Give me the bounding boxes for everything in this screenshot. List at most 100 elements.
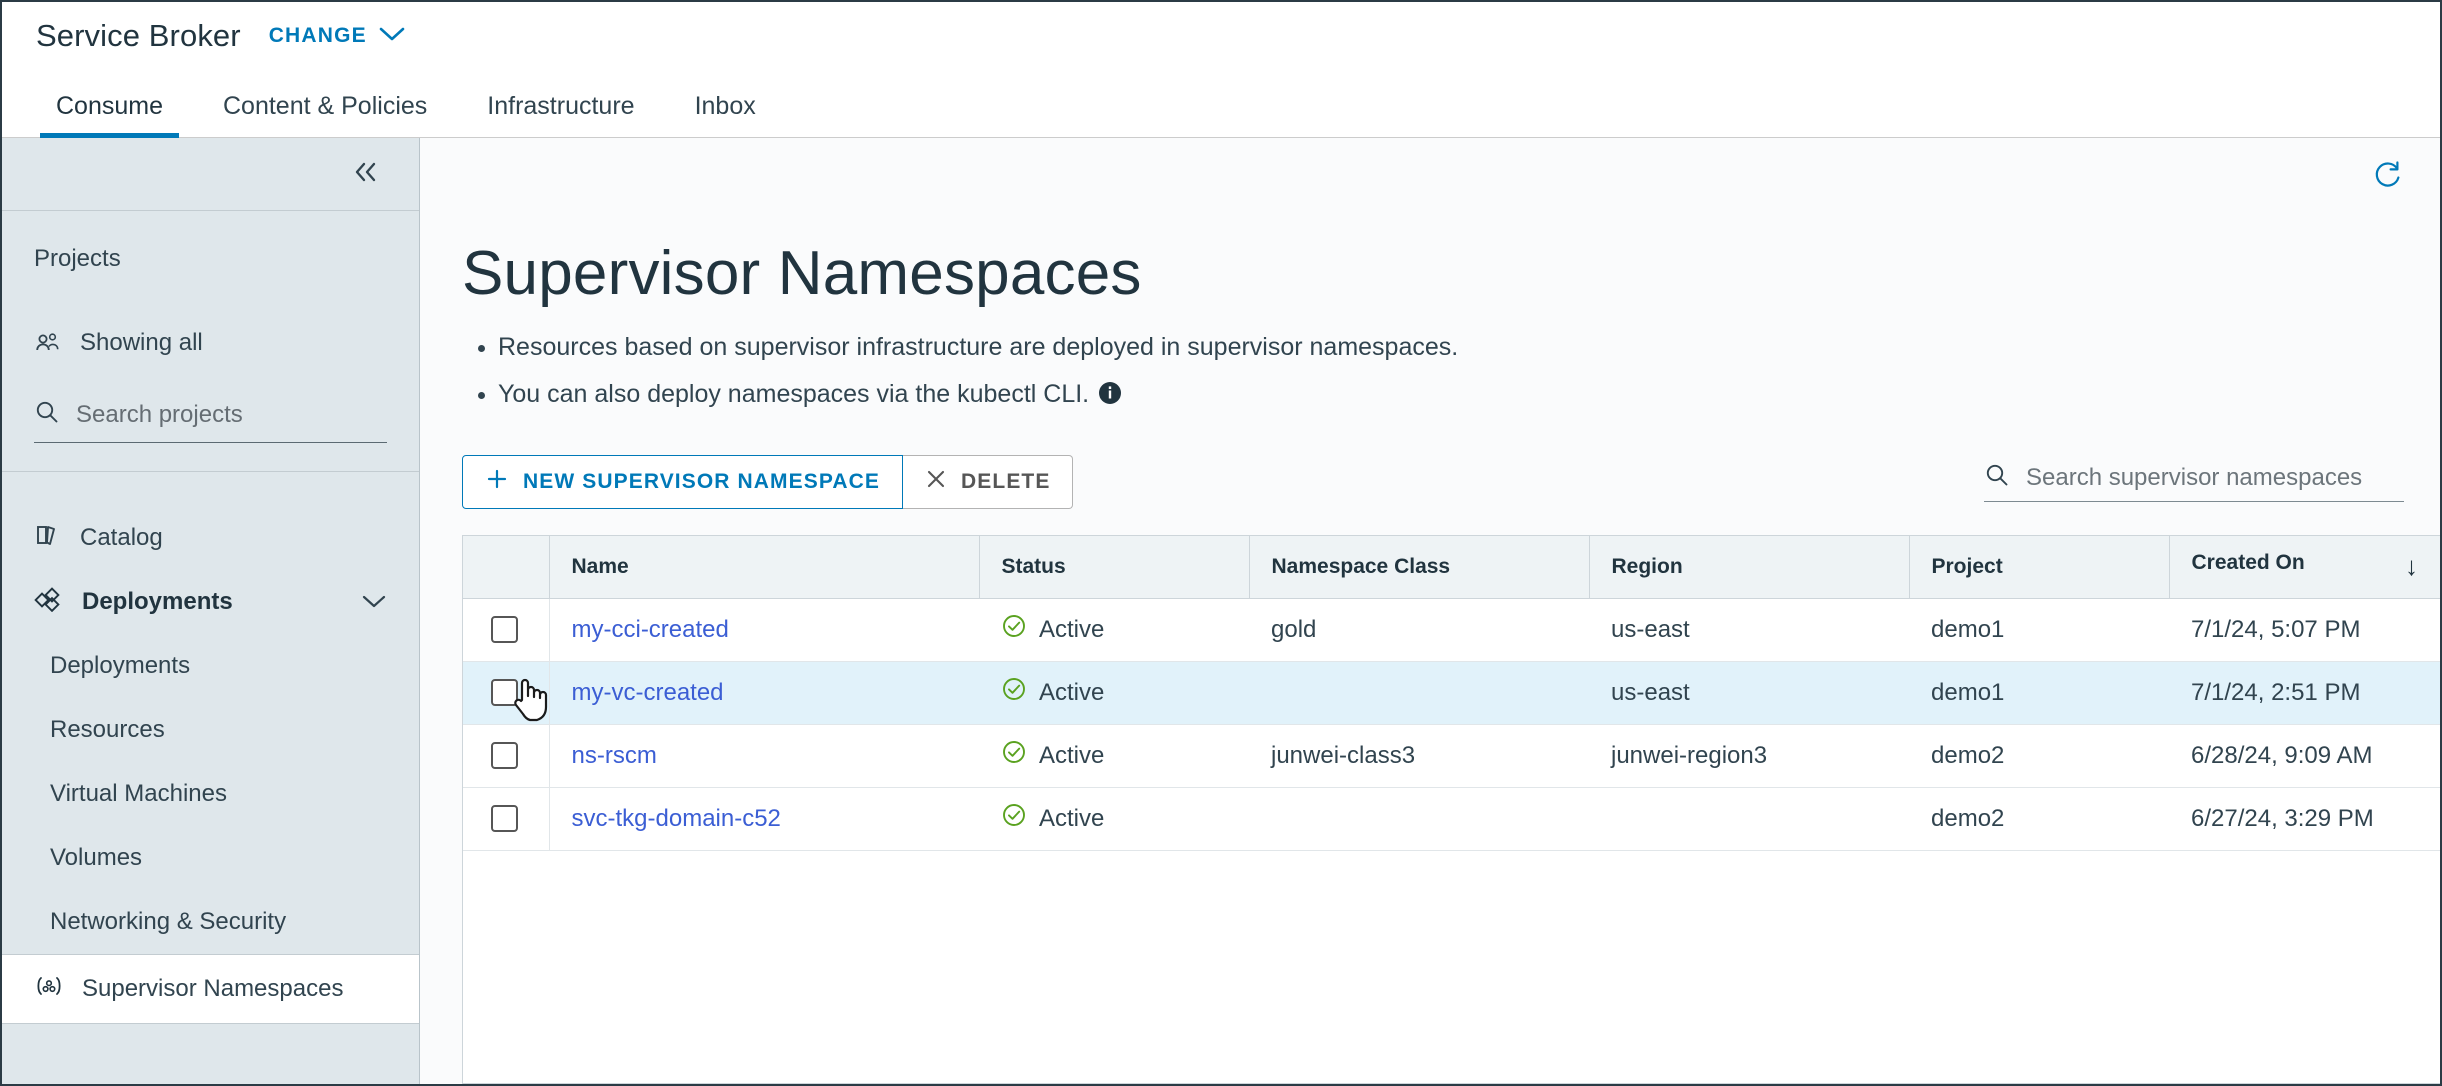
column-header-project[interactable]: Project: [1909, 536, 2170, 599]
row-checkbox-cell[interactable]: [463, 724, 550, 788]
tab-consume[interactable]: Consume: [40, 92, 179, 138]
left-sidebar: Projects Showing all Search projects Cat…: [2, 138, 420, 1084]
row-checkbox[interactable]: [491, 679, 518, 706]
change-label: CHANGE: [268, 24, 367, 47]
namespace-icon: [34, 973, 64, 1006]
search-icon: [34, 399, 60, 430]
sidebar-item-deployments-group[interactable]: Deployments: [2, 570, 419, 634]
column-header-created-on-label: Created On: [2191, 551, 2305, 575]
table-body: my-cci-created Active gold us-east demo1…: [463, 598, 2440, 851]
cell-region: us-east: [1589, 661, 1909, 725]
tab-content-and-policies[interactable]: Content & Policies: [207, 92, 443, 137]
cell-name: my-cci-created: [549, 598, 979, 662]
cell-status: Active: [979, 724, 1249, 788]
status-label: Active: [1039, 615, 1105, 643]
table-row[interactable]: svc-tkg-domain-c52 Active demo2 6/27/24,…: [463, 787, 2440, 851]
table-row[interactable]: my-cci-created Active gold us-east demo1…: [463, 598, 2440, 662]
new-namespace-label: NEW SUPERVISOR NAMESPACE: [523, 470, 881, 493]
cell-status: Active: [979, 661, 1249, 725]
showing-all-label: Showing all: [80, 329, 203, 356]
column-header-status[interactable]: Status: [979, 536, 1250, 599]
users-group-icon: [34, 331, 62, 355]
projects-section: Projects Showing all: [2, 211, 419, 472]
cell-project: demo1: [1909, 598, 2169, 662]
tab-inbox[interactable]: Inbox: [679, 92, 772, 137]
table-header: Name Status Namespace Class Region Proje…: [463, 536, 2440, 599]
sidebar-item-virtual-machines[interactable]: Virtual Machines: [2, 762, 419, 826]
table-row[interactable]: ns-rscm Active junwei-class3 junwei-regi…: [463, 724, 2440, 788]
delete-label: DELETE: [961, 470, 1051, 493]
namespace-search-field[interactable]: [1984, 462, 2404, 502]
row-checkbox[interactable]: [491, 742, 518, 769]
chevron-down-icon[interactable]: [361, 588, 387, 616]
bullet-item: You can also deploy namespaces via the k…: [498, 380, 2440, 407]
main-content: Supervisor Namespaces Resources based on…: [420, 138, 2440, 1084]
cell-created-on: 7/1/24, 2:51 PM: [2169, 661, 2440, 725]
sidebar-item-resources[interactable]: Resources: [2, 698, 419, 762]
cell-namespace-class: gold: [1249, 598, 1589, 662]
check-circle-icon: [1001, 613, 1027, 646]
namespace-link[interactable]: my-vc-created: [572, 679, 724, 706]
namespace-link[interactable]: ns-rscm: [572, 742, 657, 769]
row-checkbox[interactable]: [491, 616, 518, 643]
bullet-text: You can also deploy namespaces via the k…: [498, 380, 1090, 408]
navigation-section: Catalog Deployments Deployments Resource…: [2, 472, 419, 1052]
top-header-bar: Service Broker CHANGE: [2, 2, 2440, 70]
namespace-link[interactable]: my-cci-created: [572, 616, 729, 643]
cell-region: us-east: [1589, 598, 1909, 662]
search-supervisor-namespaces-input[interactable]: [2026, 463, 2404, 492]
row-checkbox-cell[interactable]: [463, 787, 550, 851]
change-service-button[interactable]: CHANGE: [269, 24, 405, 48]
sidebar-item-networking-and-security[interactable]: Networking & Security: [2, 890, 419, 954]
column-header-name[interactable]: Name: [549, 536, 980, 599]
cell-status: Active: [979, 598, 1249, 662]
refresh-icon[interactable]: [2370, 158, 2404, 197]
catalog-book-icon: [34, 522, 62, 555]
cell-project: demo2: [1909, 787, 2169, 851]
application-window: Service Broker CHANGE Consume Content & …: [0, 0, 2442, 1086]
cell-project: demo1: [1909, 661, 2169, 725]
row-checkbox-cell[interactable]: [463, 598, 550, 662]
cell-namespace-class: [1249, 661, 1589, 725]
close-x-icon: [925, 468, 947, 496]
sidebar-item-supervisor-namespaces[interactable]: Supervisor Namespaces: [2, 954, 419, 1024]
row-checkbox-cell[interactable]: [463, 661, 550, 725]
page-title: Supervisor Namespaces: [462, 239, 1142, 308]
select-all-column[interactable]: [463, 536, 550, 599]
new-supervisor-namespace-button[interactable]: NEW SUPERVISOR NAMESPACE: [462, 455, 904, 509]
search-projects-input[interactable]: [76, 400, 387, 429]
deployments-group-label: Deployments: [82, 588, 233, 615]
status-label: Active: [1039, 678, 1105, 706]
column-header-region[interactable]: Region: [1589, 536, 1910, 599]
sidebar-item-catalog[interactable]: Catalog: [2, 506, 419, 570]
cell-status: Active: [979, 787, 1249, 851]
deployments-blocks-icon: [34, 586, 64, 619]
column-header-namespace-class[interactable]: Namespace Class: [1249, 536, 1590, 599]
column-header-created-on[interactable]: Created On ↓: [2169, 536, 2440, 599]
info-circle-icon[interactable]: [1097, 380, 1123, 406]
tab-infrastructure[interactable]: Infrastructure: [471, 92, 650, 137]
cell-created-on: 6/27/24, 3:29 PM: [2169, 787, 2440, 851]
arrow-down-icon: ↓: [2405, 551, 2418, 582]
row-checkbox[interactable]: [491, 805, 518, 832]
cell-project: demo2: [1909, 724, 2169, 788]
project-search-field[interactable]: [34, 397, 387, 443]
table-row[interactable]: my-vc-created Active us-east demo1 7/1/2…: [463, 661, 2440, 725]
sidebar-collapse-button[interactable]: [2, 138, 419, 211]
double-chevron-left-icon: [351, 159, 381, 190]
cell-created-on: 7/1/24, 5:07 PM: [2169, 598, 2440, 662]
plus-icon: [485, 467, 509, 497]
primary-tab-bar: Consume Content & Policies Infrastructur…: [2, 70, 2440, 138]
sidebar-item-deployments[interactable]: Deployments: [2, 634, 419, 698]
projects-heading: Projects: [34, 245, 121, 272]
cell-namespace-class: junwei-class3: [1249, 724, 1589, 788]
namespace-link[interactable]: svc-tkg-domain-c52: [572, 805, 781, 832]
sidebar-item-showing-all[interactable]: Showing all: [2, 317, 419, 369]
cell-created-on: 6/28/24, 9:09 AM: [2169, 724, 2440, 788]
bullet-text: Resources based on supervisor infrastruc…: [498, 333, 1459, 361]
sidebar-item-volumes[interactable]: Volumes: [2, 826, 419, 890]
status-label: Active: [1039, 741, 1105, 769]
delete-button[interactable]: DELETE: [903, 455, 1074, 509]
check-circle-icon: [1001, 739, 1027, 772]
cell-name: my-vc-created: [549, 661, 979, 725]
